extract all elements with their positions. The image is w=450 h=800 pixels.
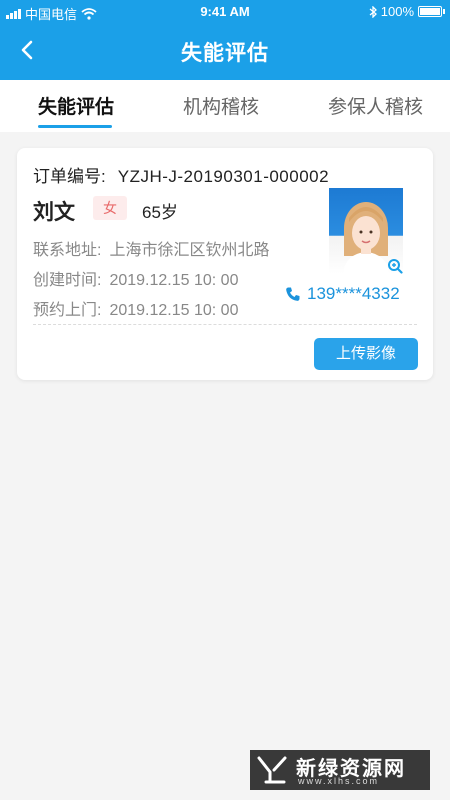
appointment-row: 预约上门: 2019.12.15 10: 00 (33, 296, 238, 320)
tab-institution-audit[interactable]: 机构稽核 (183, 92, 259, 119)
appointment-value: 2019.12.15 10: 00 (109, 302, 239, 319)
order-number: YZJH-J-20190301-000002 (117, 167, 330, 186)
order-card[interactable]: 订单编号: YZJH-J-20190301-000002 刘文 女 65岁 联系地… (17, 148, 433, 380)
watermark-url: www.xlhs.com (298, 776, 380, 786)
bluetooth-icon (369, 5, 377, 18)
watermark: 新绿资源网 www.xlhs.com (250, 750, 430, 790)
tab-insured-audit[interactable]: 参保人稽核 (328, 92, 423, 119)
order-number-row: 订单编号: YZJH-J-20190301-000002 (33, 162, 329, 187)
battery-icon (418, 6, 445, 17)
app-header: 中国电信 9:41 AM 100% 失能评估 (0, 0, 450, 80)
address-row: 联系地址: 上海市徐汇区钦州北路 (33, 236, 269, 260)
battery-percent: 100% (380, 4, 414, 19)
created-time-row: 创建时间: 2019.12.15 10: 00 (33, 266, 238, 290)
created-time-label: 创建时间: (33, 272, 102, 289)
order-number-label: 订单编号: (33, 167, 106, 186)
phone-number: 139****4332 (307, 284, 400, 303)
status-right: 100% (369, 4, 445, 19)
address-value: 上海市徐汇区钦州北路 (109, 242, 270, 259)
tab-bar: 失能评估 机构稽核 参保人稽核 (0, 80, 450, 132)
nav-bar: 失能评估 (0, 30, 450, 74)
patient-age: 65岁 (142, 203, 178, 222)
phone-icon (286, 287, 300, 301)
status-bar: 中国电信 9:41 AM 100% (0, 0, 450, 24)
zoom-icon[interactable] (387, 258, 403, 274)
patient-name: 刘文 (33, 201, 75, 224)
appointment-label: 预约上门: (33, 302, 102, 319)
active-tab-indicator (38, 125, 112, 128)
address-label: 联系地址: (33, 242, 102, 259)
upload-images-button[interactable]: 上传影像 (314, 338, 418, 370)
gender-badge: 女 (93, 196, 127, 220)
tab-disability-assessment[interactable]: 失能评估 (38, 92, 114, 119)
card-divider (33, 324, 417, 325)
created-time-value: 2019.12.15 10: 00 (109, 272, 239, 289)
phone-link[interactable]: 139****4332 (285, 284, 400, 304)
watermark-logo-icon (257, 756, 287, 784)
page-title: 失能评估 (181, 42, 269, 65)
